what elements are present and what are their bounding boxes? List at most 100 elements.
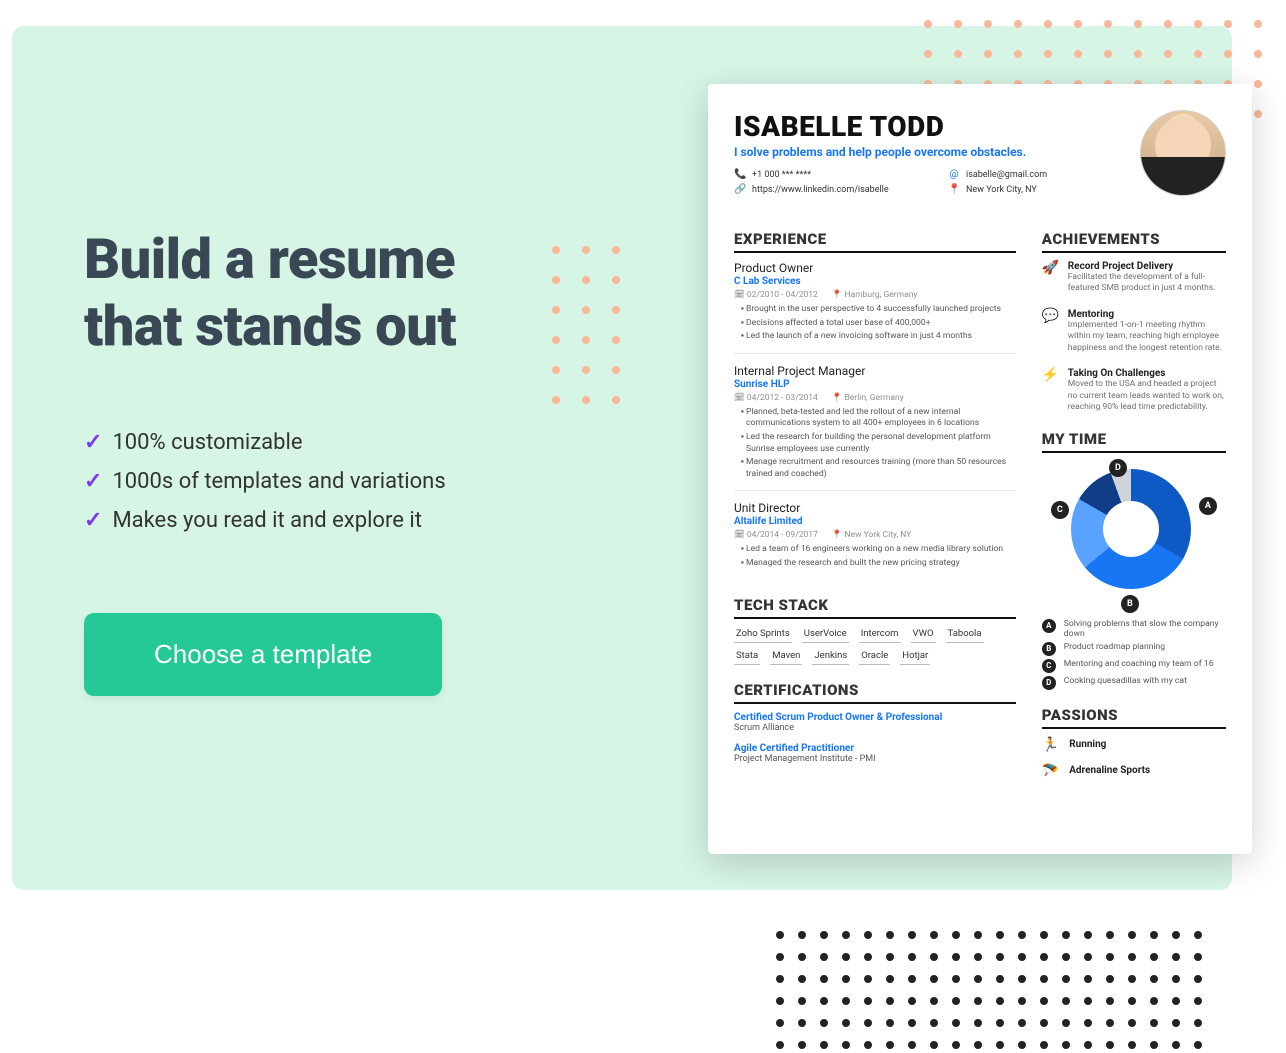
donut-label-a: A	[1199, 497, 1217, 515]
job-title: Unit Director	[734, 501, 1016, 515]
job-company: Altalife Limited	[734, 516, 1016, 527]
title-line-1: Build a resume	[84, 226, 455, 292]
phone-icon: 📞	[734, 169, 746, 180]
job-entry: Product Owner C Lab Services 🗓 02/2010 -…	[734, 261, 1016, 354]
achievement-desc: Moved to the USA and headed a project no…	[1068, 379, 1226, 413]
bullet-text: 1000s of templates and variations	[112, 469, 445, 494]
contact-phone: 📞+1 000 *** ****	[734, 169, 908, 180]
job-location: 📍 Berlin, Germany	[832, 393, 904, 403]
cert-org: Project Management Institute - PMI	[734, 754, 1016, 764]
section-title-techstack: TECH STACK	[734, 596, 1016, 619]
tech-tag: Taboola	[946, 627, 984, 643]
marketing-column: Build a resume that stands out ✓ 100% cu…	[84, 226, 604, 696]
mytime-legend: A Solving problems that slow the company …	[1042, 619, 1226, 690]
legend-label: A	[1042, 619, 1056, 633]
achievement-title: Record Project Delivery	[1068, 261, 1226, 272]
job-entry: Unit Director Altalife Limited 🗓 04/2014…	[734, 501, 1016, 579]
legend-label: B	[1042, 642, 1056, 656]
contact-email: @isabelle@gmail.com	[948, 169, 1122, 180]
mytime-donut-chart: A B C D	[1049, 461, 1219, 611]
passion-label: Adrenaline Sports	[1069, 765, 1150, 776]
job-entry: Internal Project Manager Sunrise HLP 🗓 0…	[734, 364, 1016, 492]
check-icon: ✓	[84, 469, 102, 494]
contact-location: 📍New York City, NY	[948, 184, 1122, 195]
feature-bullets: ✓ 100% customizable ✓ 1000s of templates…	[84, 430, 604, 533]
legend-text: Solving problems that slow the company d…	[1064, 619, 1226, 639]
job-bullet: Led a team of 16 engineers working on a …	[746, 544, 1016, 556]
resume-name: ISABELLE TODD	[734, 110, 1122, 143]
passion-icon: 🏃	[1042, 737, 1059, 753]
job-company: Sunrise HLP	[734, 379, 1016, 390]
legend-row: DCooking quesadillas with my cat	[1042, 676, 1226, 690]
section-title-mytime: MY TIME	[1042, 430, 1226, 453]
achievement-desc: Implemented 1-on-1 meeting rhythm within…	[1068, 320, 1226, 354]
tech-tag: Stata	[734, 649, 760, 665]
legend-label: D	[1042, 676, 1056, 690]
legend-text: Product roadmap planning	[1064, 642, 1165, 652]
passion-entry: 🪂 Adrenaline Sports	[1042, 763, 1226, 779]
tech-tag: Zoho Sprints	[734, 627, 792, 643]
bullet-text: 100% customizable	[112, 430, 302, 455]
tech-tag: Intercom	[859, 627, 901, 643]
job-title: Product Owner	[734, 261, 1016, 275]
achievement-icon: 🚀	[1042, 261, 1058, 295]
check-icon: ✓	[84, 430, 102, 455]
job-bullet: Planned, beta-tested and led the rollout…	[746, 407, 1016, 430]
achievement-entry: 🚀 Record Project DeliveryFacilitated the …	[1042, 261, 1226, 295]
tech-tag: UserVoice	[802, 627, 849, 643]
job-dates: 🗓 02/2010 - 04/2012	[734, 290, 818, 300]
tech-tag: Maven	[770, 649, 802, 665]
achievement-icon: ⚡	[1042, 368, 1058, 413]
legend-row: A Solving problems that slow the company …	[1042, 619, 1226, 639]
resume-preview: ISABELLE TODD I solve problems and help …	[708, 84, 1252, 854]
hero-panel: Build a resume that stands out ✓ 100% cu…	[12, 26, 1232, 890]
job-bullet: Decisions affected a total user base of …	[746, 318, 1016, 330]
tech-tag: VWO	[911, 627, 936, 643]
achievement-title: Mentoring	[1068, 309, 1226, 320]
tech-tag: Jenkins	[812, 649, 849, 665]
job-bullet: Led the research for building the person…	[746, 432, 1016, 455]
contact-linkedin: 🔗https://www.linkedin.com/isabelle	[734, 184, 908, 195]
location-icon: 📍	[948, 184, 960, 195]
at-icon: @	[948, 169, 960, 180]
avatar	[1140, 110, 1226, 196]
job-dates: 🗓 04/2014 - 09/2017	[734, 530, 818, 540]
check-icon: ✓	[84, 508, 102, 533]
tech-tag: Hotjar	[900, 649, 930, 665]
job-title: Internal Project Manager	[734, 364, 1016, 378]
job-bullet: Led the launch of a new invoicing softwa…	[746, 331, 1016, 343]
choose-template-button[interactable]: Choose a template	[84, 613, 442, 696]
job-bullet: Brought in the user perspective to 4 suc…	[746, 304, 1016, 316]
achievement-entry: ⚡ Taking On ChallengesMoved to the USA an…	[1042, 368, 1226, 413]
decorative-dots-bottom	[776, 931, 1206, 1053]
section-title-experience: EXPERIENCE	[734, 230, 1016, 253]
section-title-passions: PASSIONS	[1042, 706, 1226, 729]
job-dates: 🗓 04/2012 - 03/2014	[734, 393, 818, 403]
cert-org: Scrum Alliance	[734, 723, 1016, 733]
donut-label-d: D	[1109, 459, 1127, 477]
achievement-desc: Facilitated the development of a full-fe…	[1068, 272, 1226, 295]
cert-entry: Certified Scrum Product Owner & Professi…	[734, 712, 1016, 733]
passion-icon: 🪂	[1042, 763, 1059, 779]
section-title-certs: CERTIFICATIONS	[734, 681, 1016, 704]
techstack-tags: Zoho Sprints UserVoice Intercom VWO Taboola S…	[734, 627, 1016, 665]
passion-label: Running	[1069, 739, 1106, 750]
legend-row: CMentoring and coaching my team of 16	[1042, 659, 1226, 673]
achievement-icon: 💬	[1042, 309, 1058, 354]
feature-bullet: ✓ 1000s of templates and variations	[84, 469, 604, 494]
cert-name: Certified Scrum Product Owner & Professi…	[734, 712, 1016, 723]
donut-label-c: C	[1051, 501, 1069, 519]
cert-entry: Agile Certified PractitionerProject Mana…	[734, 743, 1016, 764]
achievement-title: Taking On Challenges	[1068, 368, 1226, 379]
bullet-text: Makes you read it and explore it	[112, 508, 421, 533]
job-location: 📍 New York City, NY	[832, 530, 912, 540]
section-title-achievements: ACHIEVEMENTS	[1042, 230, 1226, 253]
title-line-2: that stands out	[84, 293, 456, 359]
job-location: 📍 Hamburg, Germany	[832, 290, 918, 300]
feature-bullet: ✓ Makes you read it and explore it	[84, 508, 604, 533]
legend-label: C	[1042, 659, 1056, 673]
legend-row: B Product roadmap planning	[1042, 642, 1226, 656]
passion-entry: 🏃 Running	[1042, 737, 1226, 753]
link-icon: 🔗	[734, 184, 746, 195]
job-bullet: Manage recruitment and resources trainin…	[746, 457, 1016, 480]
